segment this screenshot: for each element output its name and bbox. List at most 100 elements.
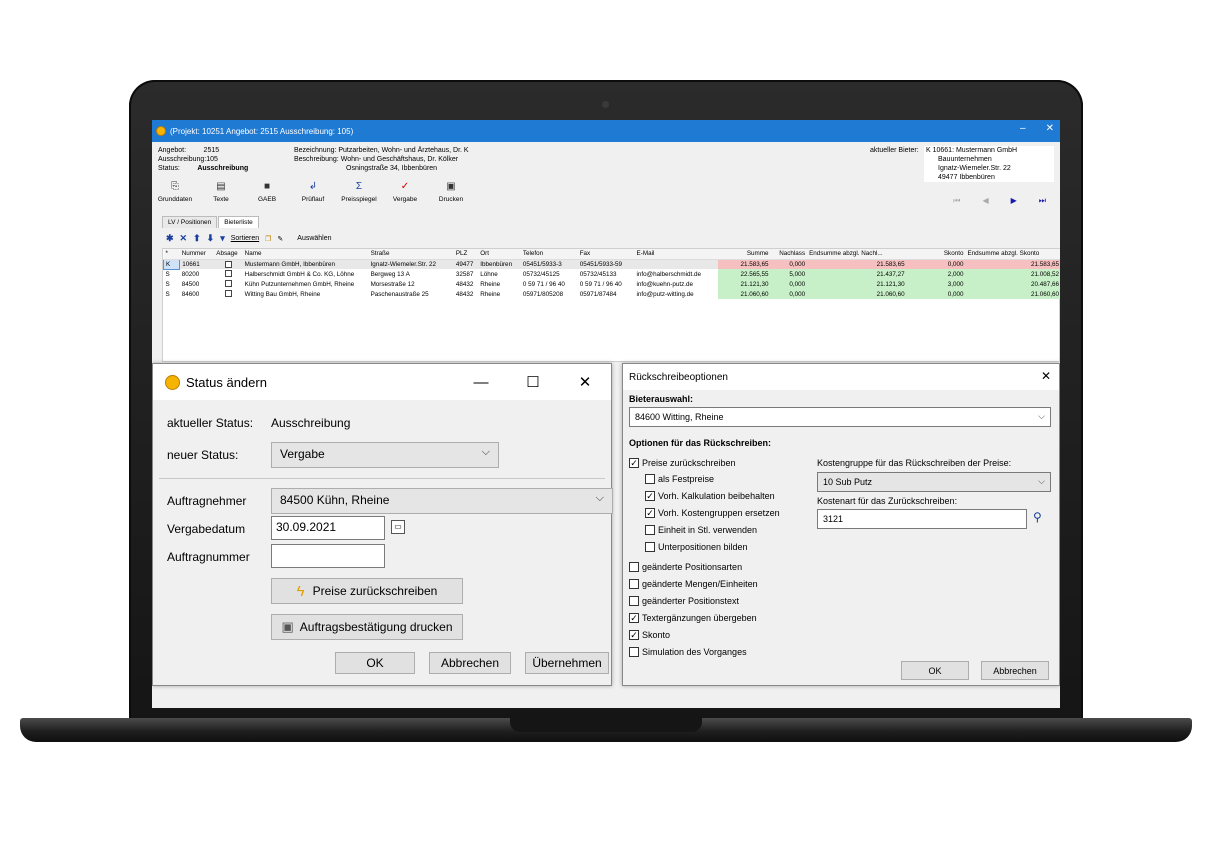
option-checkbox[interactable]: Simulation des Vorganges [629,647,747,657]
close-icon[interactable]: ✕ [1041,369,1051,383]
auftragnummer-label: Auftragnummer [167,550,250,564]
column-header[interactable]: Skonto [906,249,966,260]
vergabedatum-input[interactable]: 30.09.2021 [271,516,385,540]
auswaehlen-button[interactable]: Auswählen [297,235,331,242]
cell-name: Kühn Putzunternehmen GmbH, Rheine [244,280,355,288]
cell-nachlass: 5,000 [770,269,808,279]
grunddaten-button[interactable]: ⎘ Grunddaten [158,180,192,210]
arrow-up-icon[interactable]: ⬆ [193,233,201,244]
options-ok-button[interactable]: OK [901,661,969,680]
uebernehmen-button[interactable]: Übernehmen [525,652,609,674]
calendar-icon[interactable]: ▭ [391,520,405,534]
cell-endsumme: 21.437,27 [807,269,907,279]
absage-checkbox[interactable] [224,290,232,298]
checkbox-icon [645,542,655,552]
table-row[interactable]: S 80200 Halberschmidt GmbH & Co. KG, Löhne… [164,269,1060,279]
maximize-icon[interactable]: ☐ [507,364,559,400]
options-abbrechen-button[interactable]: Abbrechen [981,661,1049,680]
table-row[interactable]: K 10661 Mustermann GmbH, Ibbenbüren Ignatz-… [162,258,1060,270]
sort-dropdown-icon[interactable]: ▾ [220,233,225,244]
edit-icon[interactable]: ✎ [277,235,283,243]
next-record-icon[interactable]: ▶ [1011,196,1017,206]
kostenart-input[interactable]: 3121 [817,509,1027,529]
ok-button[interactable]: OK [335,652,415,674]
column-header[interactable]: Fax [577,249,635,260]
option-checkbox[interactable]: ✓ Preise zurückschreiben [629,458,736,468]
bieterauswahl-select[interactable]: 84600 Witting, Rheine ⌵ [629,407,1051,427]
vergabe-button[interactable]: ✓ Vergabe [388,180,422,210]
option-checkbox[interactable]: ✓ Textergänzungen übergeben [629,613,757,623]
ausschreibung-label: Ausschreibung: [158,156,207,163]
new-status-select[interactable]: Vergabe ⌵ [271,442,499,468]
document-icon: ▤ [216,180,226,192]
minimize-button[interactable]: – [1020,123,1026,134]
option-checkbox[interactable]: ✓ Vorh. Kostengruppen ersetzen [645,508,780,518]
tab-bieterliste[interactable]: Bieterliste [218,216,259,228]
cell-flag: S [165,270,170,278]
column-header[interactable]: PLZ [453,249,479,260]
delete-icon[interactable]: ✕ [180,233,188,244]
cell-ort: Ibbenbüren [480,260,513,268]
column-header[interactable]: Endsumme abzgl. Skonto [965,249,1060,260]
option-checkbox[interactable]: geänderte Positionsarten [629,562,742,572]
check-icon: ↲ [308,180,318,192]
option-checkbox[interactable]: Einheit in Stl. verwenden [645,525,757,535]
close-icon[interactable]: ✕ [559,364,611,400]
close-button[interactable]: ✕ [1046,123,1054,134]
auftragsbestaetigung-drucken-button[interactable]: ▣ Auftragsbestätigung drucken [271,614,463,640]
last-record-icon[interactable]: ⏭ [1039,196,1046,206]
gaeb-button[interactable]: ■ GAEB [250,180,284,210]
cell-fax: 0 59 71 / 96 40 [579,280,622,288]
option-checkbox[interactable]: geänderter Positionstext [629,596,739,606]
beschreibung-label: Beschreibung: [294,156,339,163]
current-status-value: Ausschreibung [271,416,351,430]
rueckschreibeoptionen-dialog: Rückschreibeoptionen ✕ Bieterauswahl: 84… [622,363,1060,686]
search-icon[interactable]: ⚲ [1033,510,1042,524]
cell-telefon: 05732/45125 [522,270,560,278]
absage-checkbox[interactable] [224,270,232,278]
column-header[interactable]: Endsumme abzgl. Nachl... [807,249,907,260]
prev-record-icon[interactable]: ◀ [982,196,988,206]
preise-zurueckschreiben-button[interactable]: ϟ Preise zurückschreiben [271,578,463,604]
add-icon[interactable]: ✱ [166,233,174,244]
auftragnummer-input[interactable] [271,544,385,568]
table-row[interactable]: S 84600 Witting Bau GmbH, Rheine Paschenaus… [164,289,1060,299]
cell-absage [214,259,242,269]
prueflauf-button[interactable]: ↲ Prüflauf [296,180,330,210]
minimize-icon[interactable]: — [455,364,507,400]
table-header-row: * Nummer Absage Name Straße PLZ Ort Tele… [163,249,1060,260]
column-header[interactable]: E-Mail [634,249,718,260]
preisspiegel-button[interactable]: Σ Preisspiegel [341,180,376,210]
abbrechen-button[interactable]: Abbrechen [429,652,511,674]
tab-lv-positionen[interactable]: LV / Positionen [162,216,218,228]
option-checkbox[interactable]: Unterpositionen bilden [645,542,748,552]
column-header[interactable]: * [163,249,180,260]
kostengruppe-select[interactable]: 10 Sub Putz ⌵ [817,472,1051,492]
bieterauswahl-value: 84600 Witting, Rheine [635,412,724,422]
absage-checkbox[interactable] [224,260,232,268]
arrow-down-icon[interactable]: ⬇ [207,233,215,244]
option-checkbox[interactable]: ✓ Vorh. Kalkulation beibehalten [645,491,775,501]
auftragnehmer-select[interactable]: 84500 Kühn, Rheine ⌵ [271,488,613,514]
table-row[interactable]: S 84500 Kühn Putzunternehmen GmbH, Rheine M… [164,279,1060,289]
column-header[interactable]: Absage [214,249,243,260]
column-header[interactable]: Summe [717,249,771,260]
cell-flag: S [165,290,170,298]
option-checkbox[interactable]: als Festpreise [645,474,714,484]
copy-icon[interactable]: ❐ [265,235,271,243]
option-checkbox[interactable]: ✓ Skonto [629,630,670,640]
first-record-icon[interactable]: ⏮ [953,196,960,206]
texte-button[interactable]: ▤ Texte [204,180,238,210]
absage-checkbox[interactable] [224,280,232,288]
drucken-button[interactable]: ▣ Drucken [434,180,468,210]
cell-skonto: 0,000 [906,289,966,299]
column-header[interactable]: Nummer [179,249,215,260]
column-header[interactable]: Ort [478,249,521,260]
cell-summe: 22.565,55 [717,269,771,279]
sortieren-button[interactable]: Sortieren [231,235,259,242]
column-header[interactable]: Telefon [520,249,578,260]
column-header[interactable]: Name [242,249,369,260]
column-header[interactable]: Nachlass [770,249,808,260]
option-checkbox[interactable]: geänderte Mengen/Einheiten [629,579,758,589]
column-header[interactable]: Straße [368,249,454,260]
